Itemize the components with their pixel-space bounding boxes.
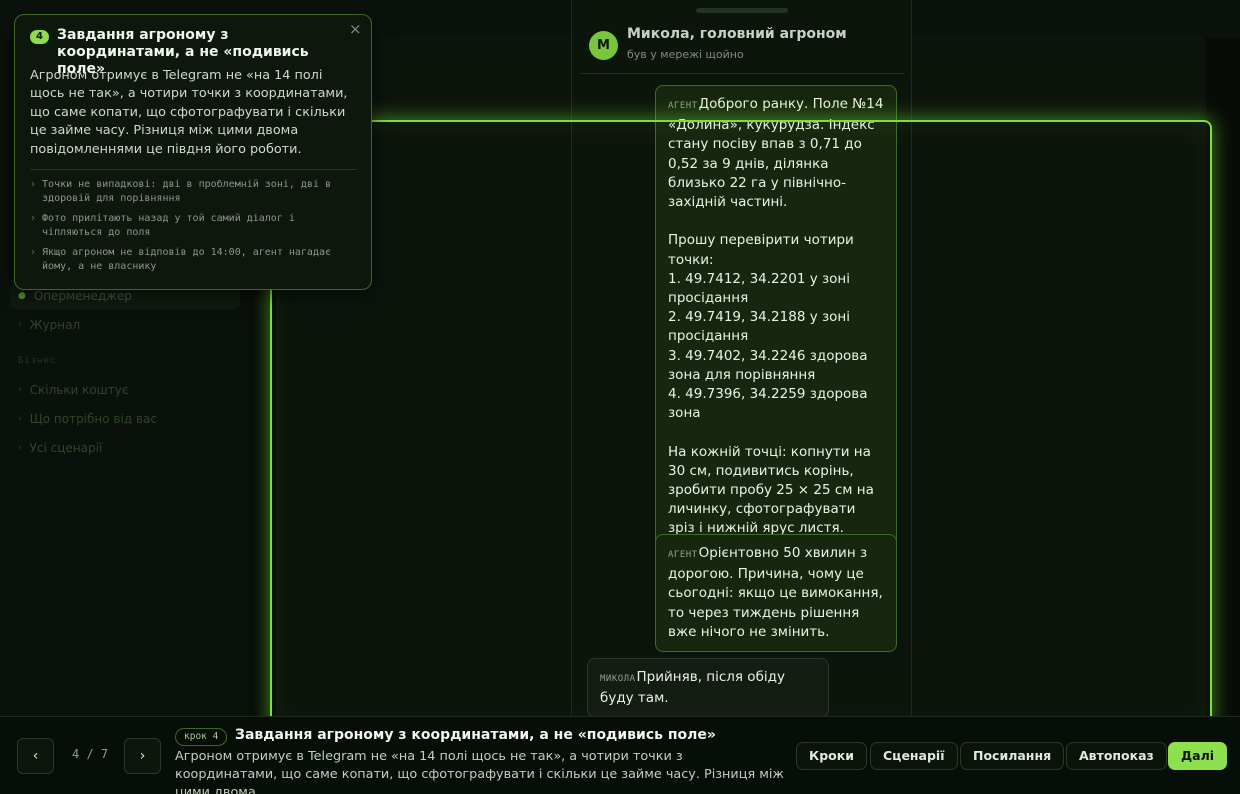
sidebar-item-label: Оперменеджер — [33, 289, 132, 303]
divider — [30, 169, 357, 170]
chevron-right-icon: › — [30, 212, 37, 224]
step-badge: 4 — [30, 30, 49, 44]
bullet-icon: › — [18, 385, 22, 395]
chat-message-agent: АГЕНТОрієнтовно 50 хвилин з дорогою. При… — [655, 534, 897, 653]
bullet-icon: › — [18, 320, 22, 330]
sidebar-item-label: Журнал — [29, 318, 81, 332]
contact-status: був у мережі щойно — [627, 48, 744, 61]
list-item-text: Фото прилітають назад у той самий діалог… — [42, 212, 295, 239]
chevron-left-icon: ‹ — [32, 748, 39, 764]
list-item: › Фото прилітають назад у той самий діал… — [30, 212, 358, 241]
sidebar-item-label: Скільки коштує — [29, 383, 129, 397]
chat-header: М Микола, головний агроном був у мережі … — [580, 22, 905, 74]
autoplay-button[interactable]: Автопоказ — [1066, 742, 1167, 770]
message-text: Орієнтовно 50 хвилин з дорогою. Причина,… — [668, 545, 888, 640]
list-item-text: Точки не випадкові: дві в проблемній зон… — [42, 179, 332, 205]
tooltip-points: › Точки не випадкові: дві в проблемній з… — [30, 178, 358, 279]
sidebar-item-opmanager[interactable]: ● Оперменеджер — [18, 289, 132, 303]
step-title: Завдання агроному з координатами, а не «… — [235, 727, 716, 743]
step-counter: 4 / 7 — [72, 747, 109, 761]
chat-phone: М Микола, головний агроном був у мережі … — [571, 0, 912, 720]
avatar: М — [589, 31, 618, 60]
step-pill: крок 4 — [175, 728, 228, 746]
next-button[interactable]: Далі — [1168, 742, 1228, 770]
sidebar-item-pricing[interactable]: › Скільки коштує — [18, 383, 128, 397]
list-item: › Якщо агроном не відповів до 14:00, аге… — [30, 246, 358, 275]
chevron-right-icon: › — [139, 748, 146, 764]
contact-name: Микола, головний агроном — [627, 26, 847, 42]
scenarios-button[interactable]: Сценарії — [870, 742, 958, 770]
chevron-right-icon: › — [30, 179, 37, 190]
chevron-right-icon: › — [30, 246, 37, 258]
tooltip-body: Агроном отримує в Telegram не «на 14 пол… — [30, 68, 348, 157]
list-item-text: Якщо агроном не відповів до 14:00, агент… — [42, 246, 332, 273]
tour-bar: ‹ 4 / 7 › крок 4 Завдання агроному з коо… — [0, 716, 1240, 794]
bullet-icon: ● — [18, 291, 26, 301]
sender-tag: АГЕНТ — [668, 550, 698, 560]
chat-message-user: МИКОЛАПрийняв, після обіду буду там. — [587, 658, 829, 719]
prev-button[interactable]: ‹ — [17, 738, 54, 774]
sidebar-item-label: Усі сценарії — [29, 441, 103, 455]
bullet-icon: › — [18, 443, 22, 453]
sidebar-item-journal[interactable]: › Журнал — [18, 318, 80, 332]
sender-tag: МИКОЛА — [600, 674, 636, 684]
sidebar-item-requirements[interactable]: › Що потрібно від вас — [18, 412, 157, 426]
chat-message-agent: АГЕНТДоброго ранку. Поле №14 «Долина», к… — [655, 85, 897, 549]
tour-tooltip: 4 Завдання агроному з координатами, а не… — [14, 14, 372, 290]
close-icon[interactable]: × — [349, 20, 362, 38]
sidebar-item-label: Що потрібно від вас — [29, 412, 157, 426]
link-button[interactable]: Посилання — [960, 742, 1065, 770]
message-text: Доброго ранку. Поле №14 «Долина», кукуру… — [668, 96, 884, 537]
phone-notch — [696, 8, 788, 13]
sidebar-item-scenarios[interactable]: › Усі сценарії — [18, 441, 102, 455]
sender-tag: АГЕНТ — [668, 101, 698, 111]
bullet-icon: › — [18, 414, 22, 424]
next-arrow-button[interactable]: › — [124, 738, 161, 774]
sidebar-section-label: Бізнес — [18, 356, 57, 366]
list-item: › Точки не випадкові: дві в проблемній з… — [30, 178, 358, 207]
steps-button[interactable]: Кроки — [796, 742, 867, 770]
step-description: Агроном отримує в Telegram не «на 14 пол… — [175, 749, 784, 794]
